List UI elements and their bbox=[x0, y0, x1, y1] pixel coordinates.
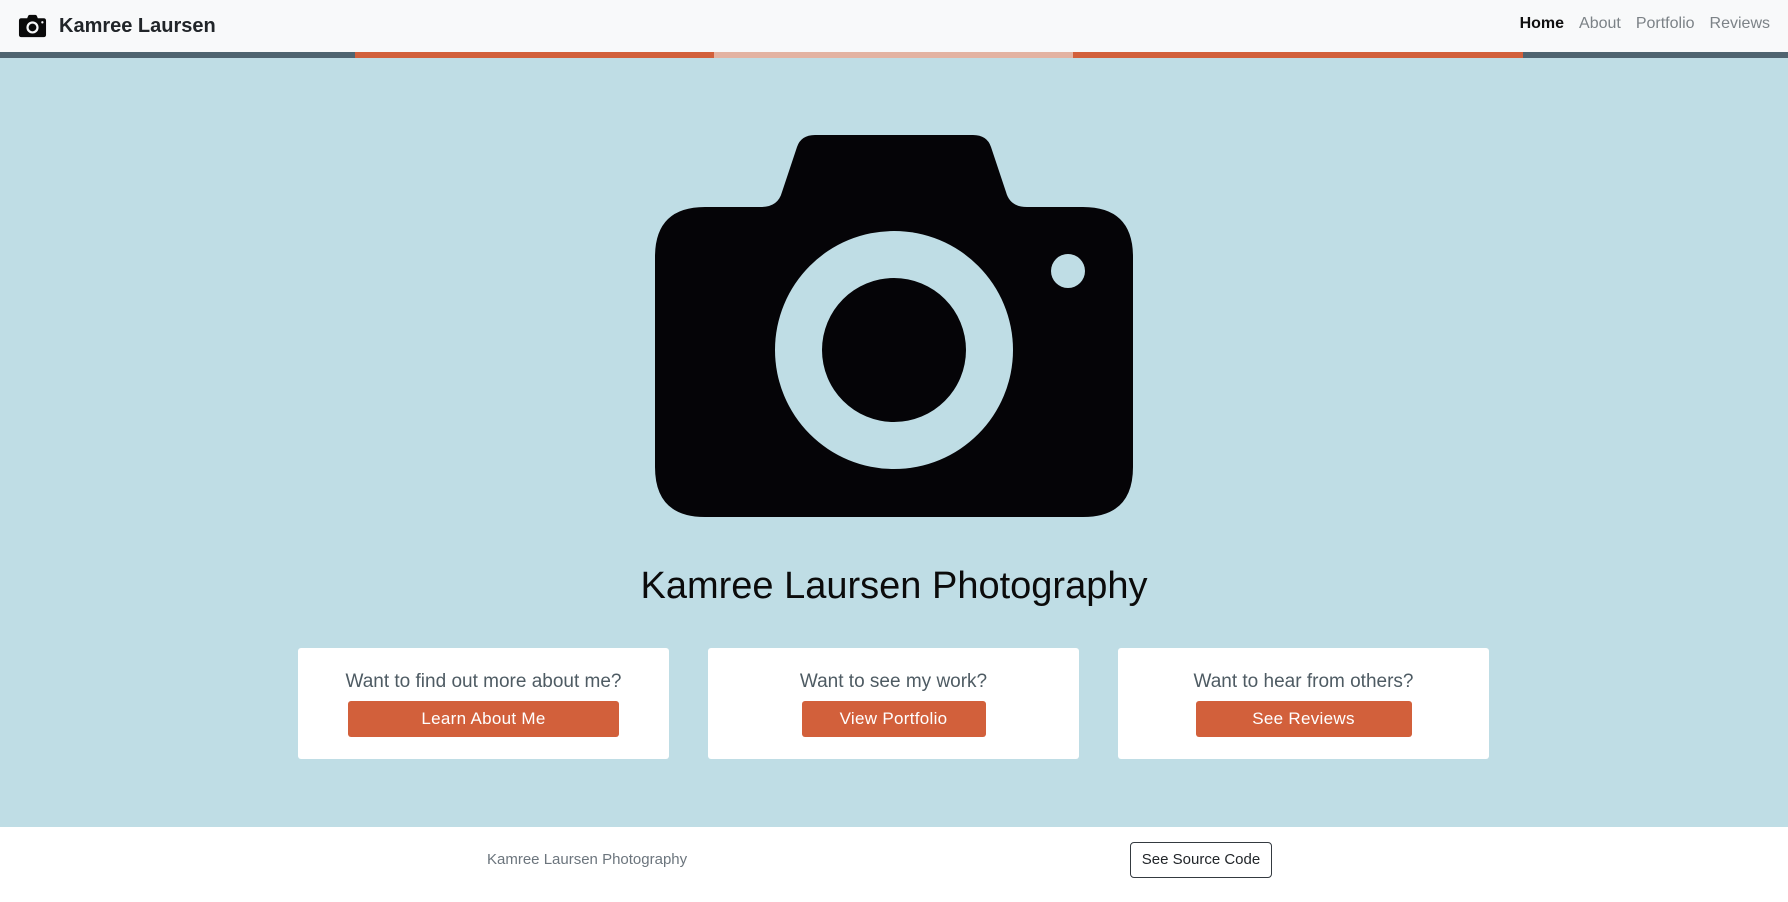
nav-links: Home About Portfolio Reviews bbox=[1520, 15, 1770, 33]
footer: Kamree Laursen Photography See Source Co… bbox=[0, 827, 1788, 902]
see-source-code-button[interactable]: See Source Code bbox=[1130, 842, 1272, 878]
card-about: Want to find out more about me? Learn Ab… bbox=[298, 648, 669, 759]
camera-icon bbox=[18, 14, 47, 38]
view-portfolio-button[interactable]: View Portfolio bbox=[801, 701, 986, 737]
navbar: Kamree Laursen Home About Portfolio Revi… bbox=[0, 0, 1788, 52]
nav-portfolio[interactable]: Portfolio bbox=[1636, 15, 1695, 33]
card-reviews: Want to hear from others? See Reviews bbox=[1118, 648, 1489, 759]
card-prompt: Want to hear from others? bbox=[1193, 671, 1414, 692]
footer-text: Kamree Laursen Photography bbox=[487, 851, 688, 868]
see-reviews-button[interactable]: See Reviews bbox=[1195, 701, 1412, 737]
camera-icon bbox=[655, 135, 1133, 517]
hero-title: Kamree Laursen Photography bbox=[640, 565, 1148, 607]
learn-about-me-button[interactable]: Learn About Me bbox=[348, 701, 619, 737]
card-prompt: Want to see my work? bbox=[799, 671, 988, 692]
nav-reviews[interactable]: Reviews bbox=[1710, 15, 1770, 33]
card-portfolio: Want to see my work? View Portfolio bbox=[708, 648, 1079, 759]
nav-home[interactable]: Home bbox=[1520, 15, 1564, 33]
hero-section: Kamree Laursen Photography Want to find … bbox=[0, 58, 1788, 827]
brand-link[interactable]: Kamree Laursen bbox=[18, 13, 216, 39]
nav-about[interactable]: About bbox=[1579, 15, 1621, 33]
brand-name: Kamree Laursen bbox=[59, 14, 216, 37]
card-prompt: Want to find out more about me? bbox=[345, 671, 622, 692]
